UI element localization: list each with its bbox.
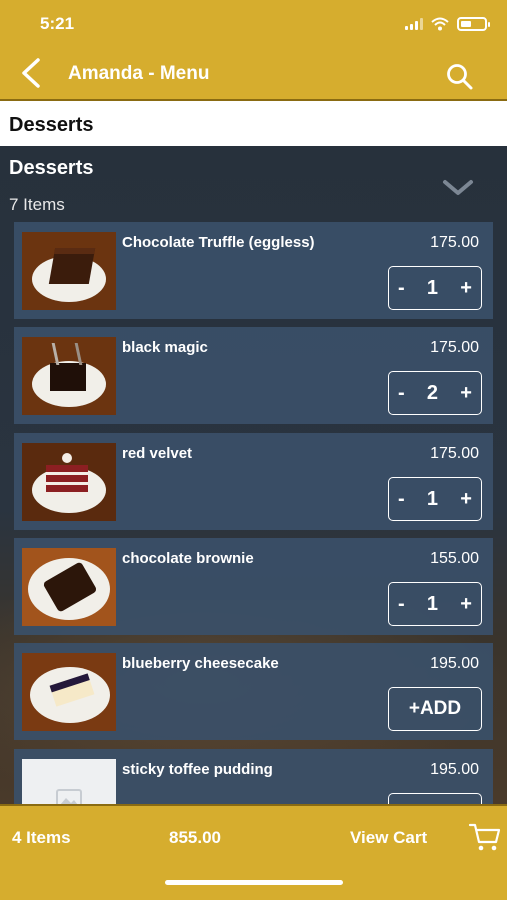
decrement-button[interactable]: - (398, 488, 405, 511)
cart-item-count: 4 Items (12, 828, 71, 847)
menu-item-card[interactable]: blueberry cheesecake 195.00 +ADD (14, 643, 493, 740)
back-icon[interactable] (18, 58, 44, 88)
quantity-value: 1 (426, 276, 439, 299)
app-header: 5:21 Amanda - Menu (0, 0, 507, 100)
item-price: 175.00 (430, 339, 479, 356)
page-title: Amanda - Menu (68, 63, 210, 84)
increment-button[interactable]: + (460, 277, 472, 300)
view-cart-button[interactable]: View Cart (350, 828, 427, 848)
item-thumbnail (22, 443, 116, 521)
item-name: black magic (122, 339, 208, 356)
item-thumbnail (22, 653, 116, 731)
category-count: 7 Items (9, 195, 65, 214)
item-thumbnail (22, 759, 116, 809)
quantity-stepper[interactable]: - 1 + (388, 582, 482, 626)
increment-button[interactable]: + (460, 382, 472, 405)
menu-item-card[interactable]: sticky toffee pudding 195.00 (14, 749, 493, 809)
increment-button[interactable]: + (460, 488, 472, 511)
category-title: Desserts (9, 157, 94, 179)
home-indicator[interactable] (165, 880, 343, 885)
cart-icon[interactable] (468, 820, 502, 854)
battery-icon (457, 17, 490, 31)
item-price: 195.00 (430, 655, 479, 672)
item-name: Chocolate Truffle (eggless) (122, 234, 315, 251)
decrement-button[interactable]: - (398, 593, 405, 616)
menu-item-card[interactable]: black magic 175.00 - 2 + (14, 327, 493, 424)
quantity-stepper[interactable]: - 1 + (388, 477, 482, 521)
cart-bar: 4 Items 855.00 View Cart (0, 804, 507, 900)
menu-item-card[interactable]: red velvet 175.00 - 1 + (14, 433, 493, 530)
quantity-value: 1 (426, 487, 439, 510)
item-price: 155.00 (430, 550, 479, 567)
status-time: 5:21 (40, 14, 75, 33)
increment-button[interactable]: + (460, 593, 472, 616)
menu-item-card[interactable]: chocolate brownie 155.00 - 1 + (14, 538, 493, 635)
status-icons (405, 17, 490, 31)
add-button[interactable]: +ADD (388, 687, 482, 731)
item-name: blueberry cheesecake (122, 655, 279, 672)
item-thumbnail (22, 232, 116, 310)
item-thumbnail (22, 548, 116, 626)
cart-total: 855.00 (169, 828, 221, 847)
item-thumbnail (22, 337, 116, 415)
item-price: 175.00 (430, 445, 479, 462)
quantity-stepper[interactable]: - 1 + (388, 266, 482, 310)
quantity-value: 2 (426, 381, 439, 404)
section-bar: Desserts (0, 101, 507, 146)
signal-icon (405, 18, 423, 30)
item-name: chocolate brownie (122, 550, 254, 567)
item-name: sticky toffee pudding (122, 761, 273, 778)
section-bar-label: Desserts (9, 114, 94, 136)
decrement-button[interactable]: - (398, 382, 405, 405)
item-name: red velvet (122, 445, 193, 462)
quantity-value: 1 (426, 592, 439, 615)
wifi-icon (431, 17, 449, 31)
chevron-down-icon[interactable] (442, 178, 474, 198)
quantity-stepper[interactable]: - 2 + (388, 371, 482, 415)
decrement-button[interactable]: - (398, 277, 405, 300)
item-price: 175.00 (430, 234, 479, 251)
item-price: 195.00 (430, 761, 479, 778)
menu-item-card[interactable]: Chocolate Truffle (eggless) 175.00 - 1 + (14, 222, 493, 319)
search-icon[interactable] (445, 62, 475, 92)
